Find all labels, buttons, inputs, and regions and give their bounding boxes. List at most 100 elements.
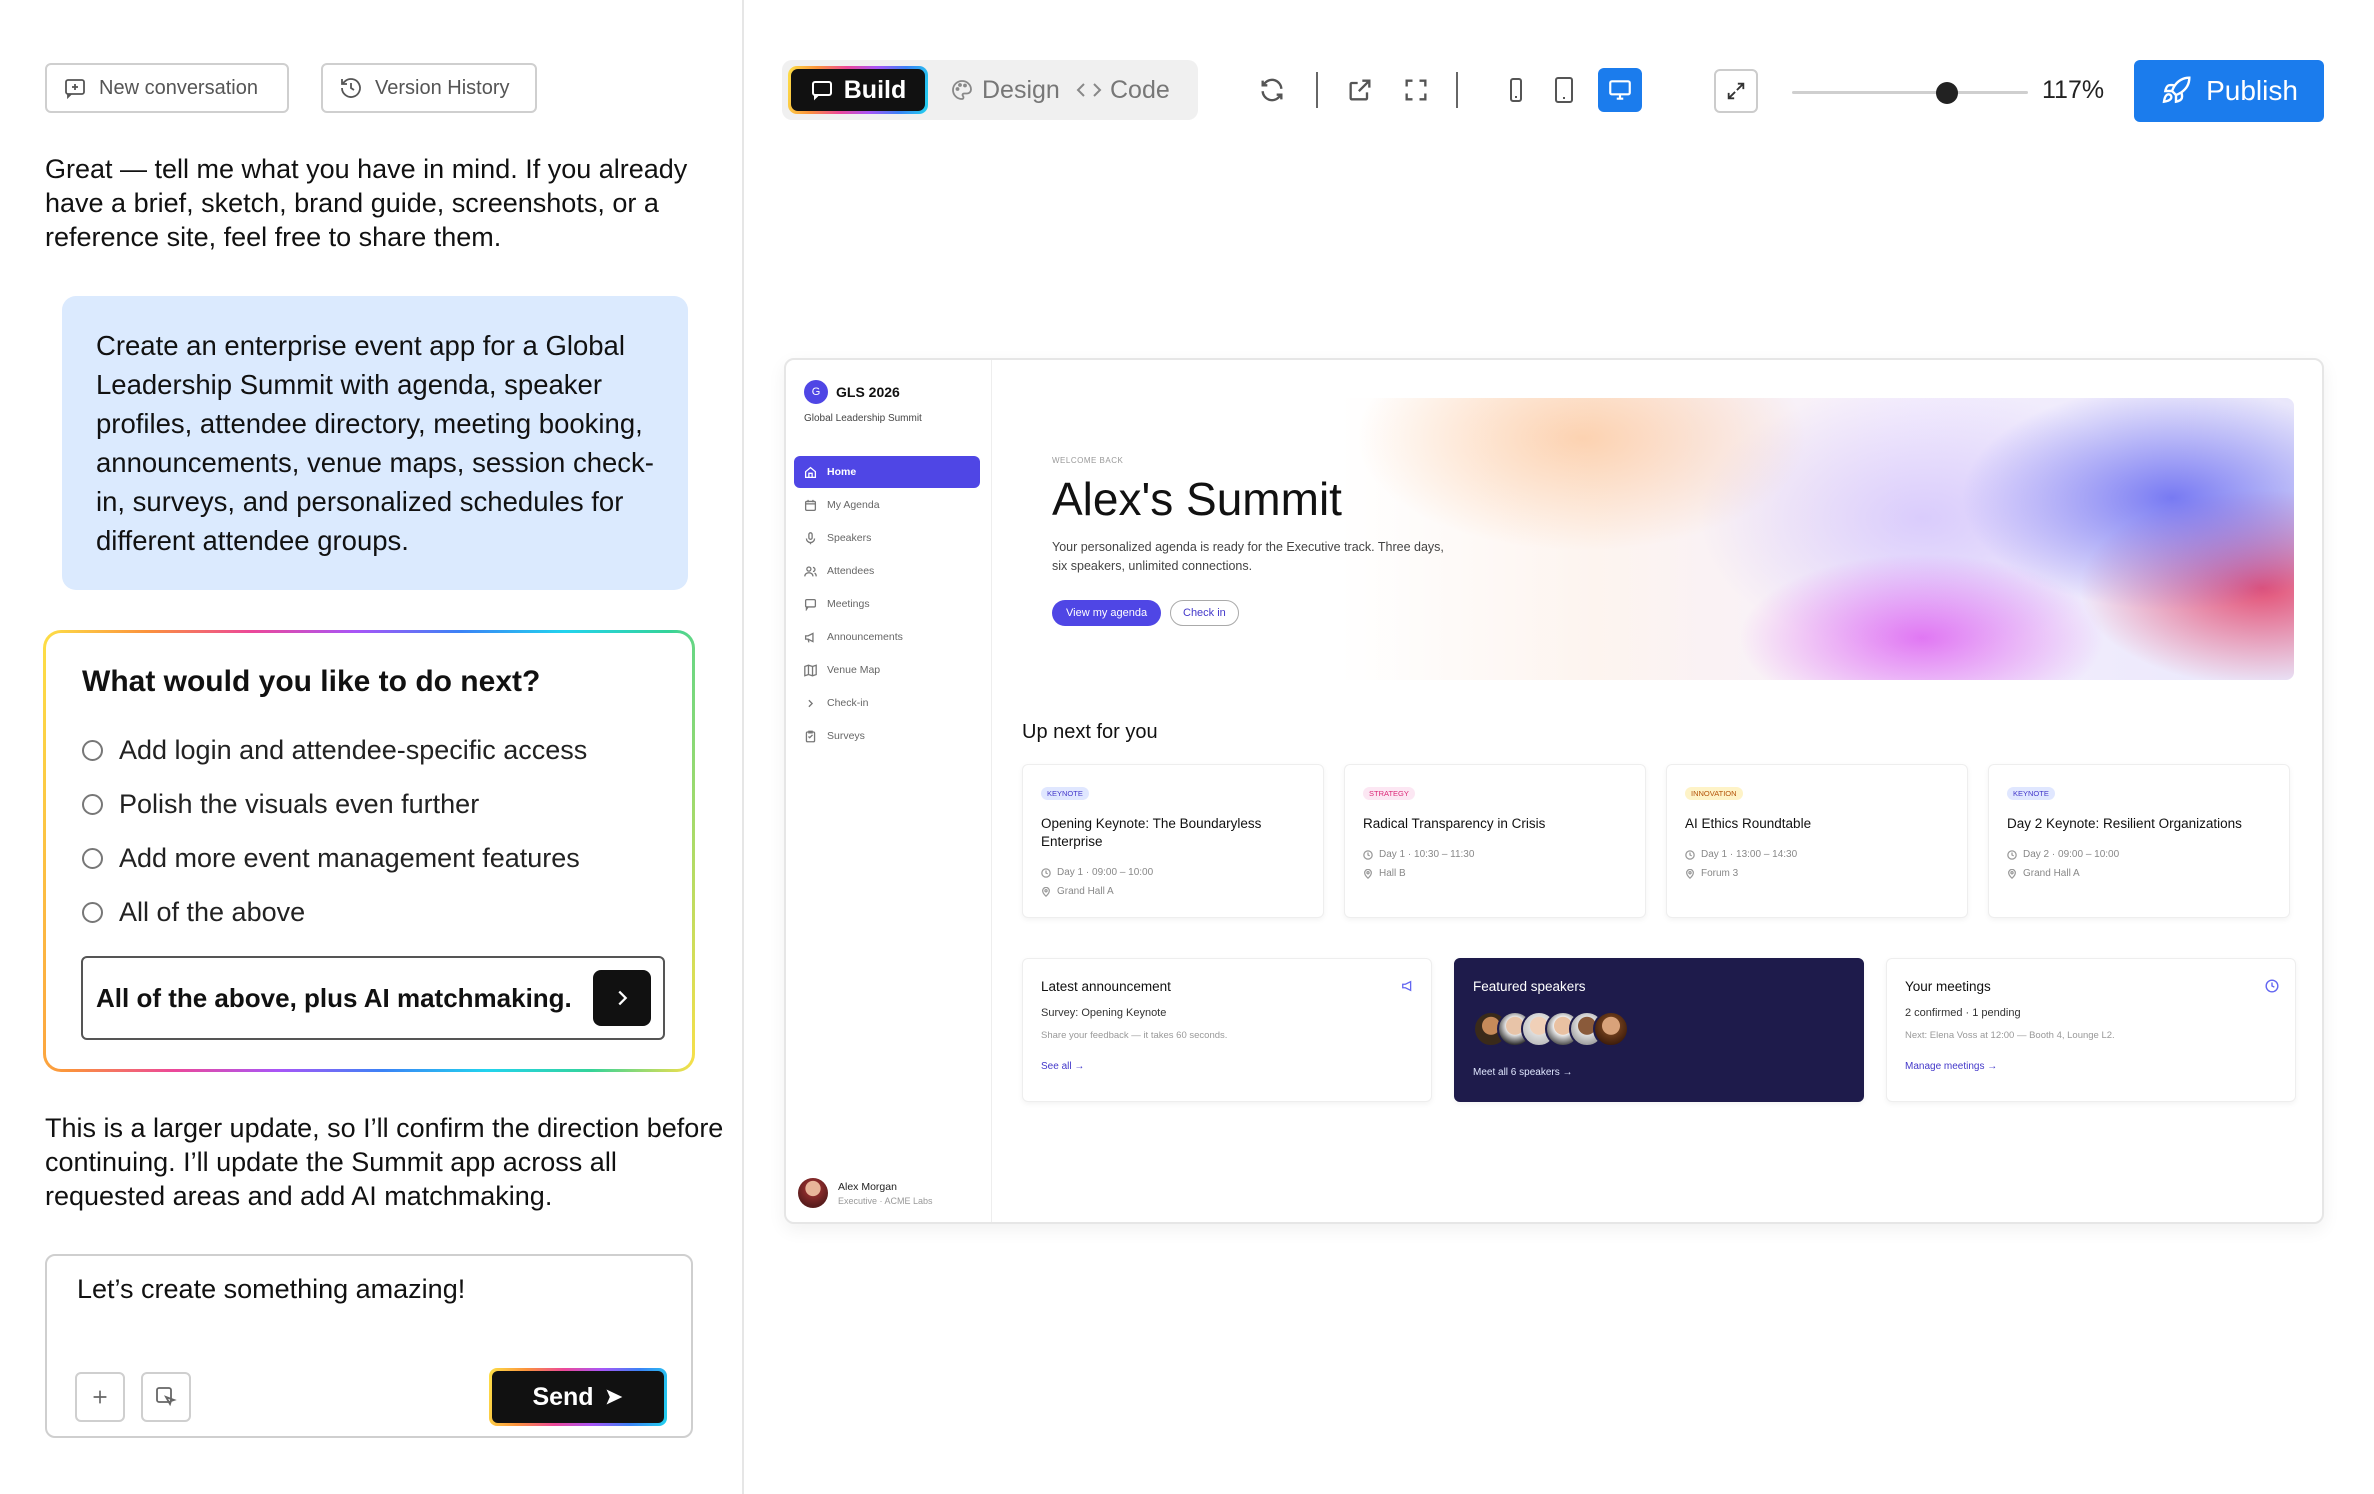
tab-design[interactable]: Design xyxy=(950,70,1060,110)
nav-my-agenda[interactable]: My Agenda xyxy=(794,489,980,521)
refresh-button[interactable] xyxy=(1254,72,1290,108)
nav-label: Announcements xyxy=(827,631,903,643)
custom-answer-value[interactable]: All of the above, plus AI matchmaking. xyxy=(96,983,572,1014)
device-desktop-button[interactable] xyxy=(1598,68,1642,112)
question-title: What would you like to do next? xyxy=(82,665,541,698)
radio-icon[interactable] xyxy=(82,740,103,761)
nav-label: Speakers xyxy=(827,532,872,544)
toolbar-divider xyxy=(1456,72,1458,108)
code-icon xyxy=(1076,78,1102,102)
session-title: Radical Transparency in Crisis xyxy=(1363,816,1546,831)
assistant-message: Great — tell me what you have in mind. I… xyxy=(45,154,688,252)
zoom-slider-handle[interactable] xyxy=(1936,82,1958,104)
session-time: Day 1 · 10:30 – 11:30 xyxy=(1363,849,1474,860)
nav-speakers[interactable]: Speakers xyxy=(794,522,980,554)
new-conversation-label: New conversation xyxy=(99,76,258,99)
open-new-tab-button[interactable] xyxy=(1342,72,1378,108)
nav-announcements[interactable]: Announcements xyxy=(794,621,980,653)
nav-meetings[interactable]: Meetings xyxy=(794,588,980,620)
radio-icon[interactable] xyxy=(82,794,103,815)
option-label: Add login and attendee-specific access xyxy=(119,735,588,765)
nav-label: My Agenda xyxy=(827,499,880,511)
option-polish[interactable]: Polish the visuals even further xyxy=(82,789,479,820)
map-icon xyxy=(804,663,817,677)
clock-icon xyxy=(2007,849,2017,860)
mic-icon xyxy=(804,531,817,545)
mode-switcher: Build Design Code xyxy=(782,60,1198,120)
attach-button[interactable] xyxy=(75,1372,125,1422)
session-card[interactable]: KEYNOTE Day 2 Keynote: Resilient Organiz… xyxy=(1988,764,2290,918)
device-mobile-button[interactable] xyxy=(1498,72,1534,108)
chevron-right-icon xyxy=(611,987,633,1009)
next-step-question-card: What would you like to do next? Add logi… xyxy=(43,630,695,1072)
meet-speakers-link[interactable]: Meet all 6 speakers → xyxy=(1473,1067,1573,1078)
nav-check-in[interactable]: Check-in xyxy=(794,687,980,719)
tab-build[interactable]: Build xyxy=(788,66,928,114)
fullscreen-button[interactable] xyxy=(1398,72,1434,108)
brand-name: GLS 2026 xyxy=(836,384,900,400)
device-tablet-button[interactable] xyxy=(1546,72,1582,108)
tab-code-label: Code xyxy=(1110,75,1170,104)
nav-attendees[interactable]: Attendees xyxy=(794,555,980,587)
version-history-label: Version History xyxy=(375,76,510,99)
home-icon xyxy=(804,466,817,479)
chat-panel: New conversation Version History Great —… xyxy=(0,0,744,1494)
send-button[interactable]: Send xyxy=(489,1368,667,1426)
speaker-avatar xyxy=(1593,1011,1629,1047)
session-title: AI Ethics Roundtable xyxy=(1685,816,1812,831)
session-card[interactable]: KEYNOTE Opening Keynote: The Boundaryles… xyxy=(1022,764,1324,918)
user-message: Create an enterprise event app for a Glo… xyxy=(62,296,688,590)
phone-icon xyxy=(1505,77,1527,103)
option-features[interactable]: Add more event management features xyxy=(82,843,580,874)
radio-icon[interactable] xyxy=(82,902,103,923)
tab-code[interactable]: Code xyxy=(1076,70,1170,110)
session-card[interactable]: STRATEGY Radical Transparency in Crisis … xyxy=(1344,764,1646,918)
expand-preview-button[interactable] xyxy=(1714,69,1758,113)
composer-input[interactable]: Let’s create something amazing! xyxy=(77,1274,465,1305)
session-title: Day 2 Keynote: Resilient Organizations xyxy=(2007,816,2242,831)
card-title: Your meetings xyxy=(1905,979,1991,994)
session-room: Forum 3 xyxy=(1685,868,1738,879)
send-label: Send xyxy=(532,1382,594,1411)
announcement-card[interactable]: Latest announcement Survey: Opening Keyn… xyxy=(1022,958,1432,1102)
option-login[interactable]: Add login and attendee-specific access xyxy=(82,735,587,766)
chat-icon xyxy=(804,598,817,611)
meetings-card[interactable]: Your meetings 2 confirmed · 1 pending Ne… xyxy=(1886,958,2296,1102)
clock-icon xyxy=(2265,979,2279,993)
version-history-button[interactable]: Version History xyxy=(321,63,537,113)
select-element-button[interactable] xyxy=(141,1372,191,1422)
view-agenda-button[interactable]: View my agenda xyxy=(1052,600,1162,626)
hero-banner: WELCOME BACK Alex's Summit Your personal… xyxy=(1022,398,2294,680)
nav-venue-map[interactable]: Venue Map xyxy=(794,654,980,686)
clock-icon xyxy=(1041,867,1051,878)
zoom-slider-track[interactable] xyxy=(1792,91,2028,94)
megaphone-icon xyxy=(804,631,817,644)
manage-meetings-link[interactable]: Manage meetings → xyxy=(1905,1061,1997,1072)
session-room: Grand Hall A xyxy=(1041,886,1114,897)
avatar xyxy=(798,1178,828,1208)
publish-button[interactable]: Publish xyxy=(2134,60,2324,122)
nav-home[interactable]: Home xyxy=(794,456,980,488)
submit-answer-button[interactable] xyxy=(593,970,651,1026)
hero-title: Alex's Summit xyxy=(1052,473,1342,525)
palette-icon xyxy=(950,78,974,102)
option-label: Add more event management features xyxy=(119,843,580,873)
session-time: Day 1 · 09:00 – 10:00 xyxy=(1041,867,1153,878)
current-user[interactable]: Alex Morgan Executive · ACME Labs xyxy=(798,1178,933,1208)
session-tag: KEYNOTE xyxy=(2007,787,2055,800)
new-conversation-button[interactable]: New conversation xyxy=(45,63,289,113)
check-in-button[interactable]: Check in xyxy=(1170,600,1239,626)
radio-icon[interactable] xyxy=(82,848,103,869)
option-label: All of the above xyxy=(119,897,306,927)
message-composer[interactable]: Let’s create something amazing! Send xyxy=(45,1254,693,1438)
user-role: Executive · ACME Labs xyxy=(838,1195,933,1206)
history-icon xyxy=(339,76,363,100)
featured-speakers-card[interactable]: Featured speakers Meet all 6 speakers → xyxy=(1454,958,1864,1102)
nav-surveys[interactable]: Surveys xyxy=(794,720,980,752)
custom-answer-input[interactable]: All of the above, plus AI matchmaking. xyxy=(81,956,665,1040)
option-all[interactable]: All of the above xyxy=(82,897,305,928)
announcement-subtitle: Survey: Opening Keynote xyxy=(1041,1007,1167,1019)
hero-description: Your personalized agenda is ready for th… xyxy=(1052,540,1444,573)
see-all-link[interactable]: See all → xyxy=(1041,1061,1084,1072)
session-card[interactable]: INNOVATION AI Ethics Roundtable Day 1 · … xyxy=(1666,764,1968,918)
